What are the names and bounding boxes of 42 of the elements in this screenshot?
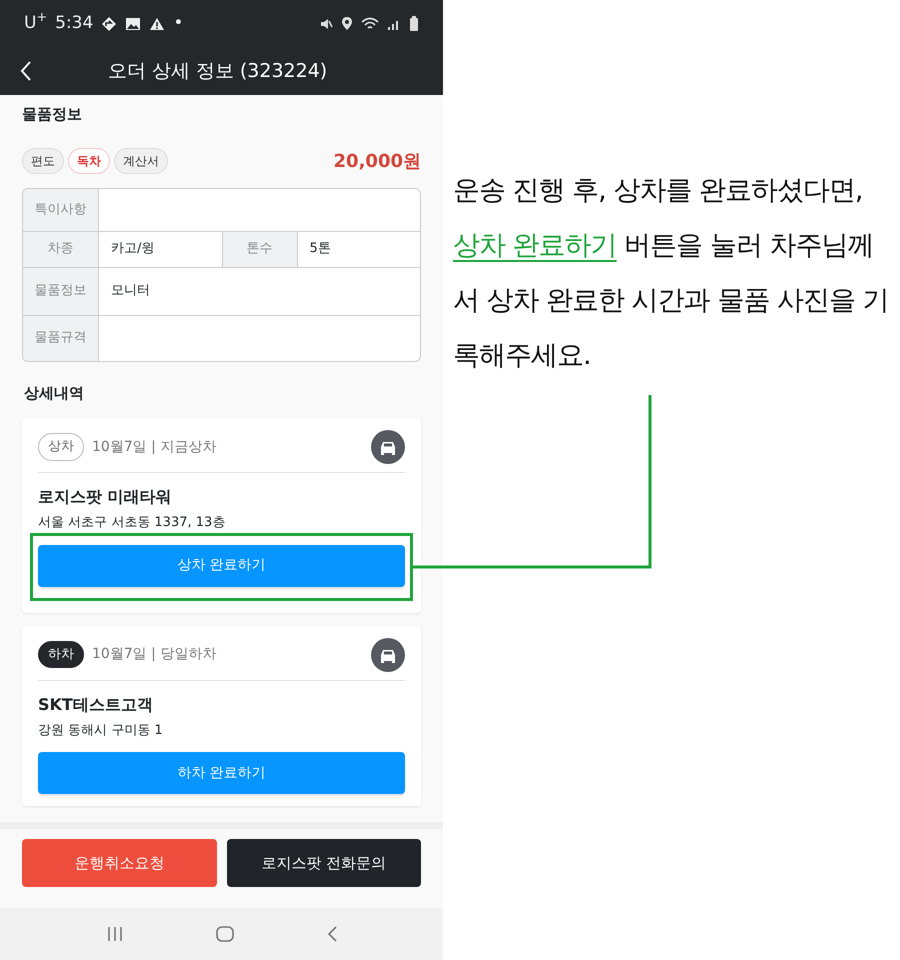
action-button[interactable]: 운행취소요청	[22, 839, 216, 887]
address-text: 강원 동해시 구미동 1	[38, 722, 164, 740]
carrier-label: U$^{+}$	[24, 10, 48, 35]
table-label: 물품정보	[23, 268, 99, 314]
location-icon	[341, 16, 353, 31]
clock-time: 5:34	[55, 12, 94, 35]
table-label: 물품규격	[23, 316, 99, 360]
table-value: 카고/윙	[111, 240, 154, 258]
tag: 계산서	[114, 148, 168, 174]
car-icon[interactable]	[371, 430, 405, 464]
table-label: 톤수	[222, 232, 298, 266]
notification-dot: •	[173, 12, 184, 35]
navigation-icon	[101, 16, 118, 32]
price-text: 20,000원	[334, 150, 421, 174]
schedule-text: 10월7일 | 당일하차	[92, 645, 216, 664]
stop-badge: 상차	[38, 433, 84, 461]
page-title: 오더 상세 정보 (323224)	[106, 58, 328, 84]
callout-text: 운송 진행 후, 상차를 완료하셨다면, 상차 완료하기 버튼을 눌러 차주님께서 상차 완료한 시간과 물품 사진을 기록해주세요.	[453, 174, 890, 373]
tag: 편도	[22, 148, 64, 174]
car-icon[interactable]	[371, 638, 405, 672]
complete-button[interactable]: 상차 완료하기	[38, 544, 405, 586]
image-icon	[125, 16, 142, 30]
address-text: 서울 서초구 서초동 1337, 13층	[38, 514, 226, 532]
table-value: 5톤	[310, 240, 331, 258]
recent-apps-icon[interactable]	[106, 925, 124, 943]
mute-icon	[319, 16, 333, 30]
tag: 독차	[68, 148, 110, 174]
place-name: SKT테스트고객	[38, 694, 154, 716]
stop-badge: 하차	[38, 640, 84, 668]
home-icon[interactable]	[214, 925, 234, 943]
place-name: 로지스팟 미래타워	[38, 486, 173, 508]
battery-icon	[409, 16, 419, 32]
table-label: 특이사항	[23, 188, 99, 230]
action-button[interactable]: 로지스팟 전화문의	[226, 839, 421, 887]
warning-icon	[149, 16, 166, 30]
table-label: 차종	[23, 232, 99, 266]
section-title: 상세내역	[23, 382, 85, 404]
table-value: 모니터	[111, 282, 150, 300]
schedule-text: 10월7일 | 지금상차	[92, 438, 216, 456]
section-title: 물품정보	[22, 104, 83, 125]
wifi-icon	[361, 16, 379, 30]
complete-button[interactable]: 하차 완료하기	[38, 752, 405, 794]
